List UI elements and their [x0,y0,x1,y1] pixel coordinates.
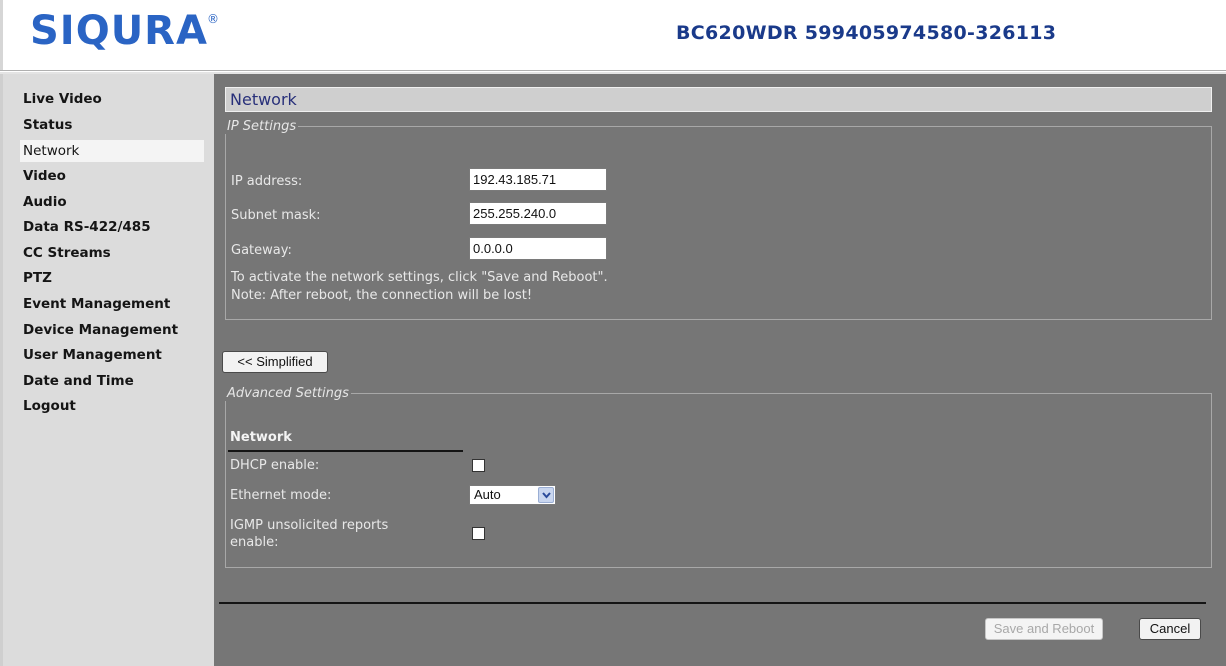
device-title: BC620WDR 599405974580-326113 [676,22,1057,44]
svg-text:®: ® [207,12,219,26]
page-title: Network [230,90,297,109]
sidebar-item-network[interactable]: Network [20,140,204,162]
gateway-input[interactable] [469,237,607,260]
siqura-logo: SIQURA ® [30,8,219,50]
subnet-mask-input[interactable] [469,202,607,225]
sidebar-item-cc-streams[interactable]: CC Streams [20,242,204,264]
ethernet-mode-select[interactable]: Auto [469,485,556,505]
sidebar-item-status[interactable]: Status [20,114,204,136]
save-and-reboot-button[interactable]: Save and Reboot [985,618,1103,640]
sidebar-item-date-and-time[interactable]: Date and Time [20,370,204,392]
header-left-rule [0,0,3,70]
subheading-divider [228,450,463,452]
ip-address-input[interactable] [469,168,607,191]
header-divider [0,70,1226,71]
network-subheading: Network [230,430,292,445]
igmp-label-line1: IGMP unsolicited reports [230,518,389,533]
sidebar-item-audio[interactable]: Audio [20,191,204,213]
sidebar-item-logout[interactable]: Logout [20,395,204,417]
cancel-button[interactable]: Cancel [1139,618,1201,640]
chevron-down-icon[interactable] [538,487,554,503]
dhcp-checkbox[interactable] [472,459,485,472]
ethernet-mode-value: Auto [474,487,501,502]
dhcp-label: DHCP enable: [230,458,320,473]
subnet-mask-label: Subnet mask: [231,208,321,223]
sidebar-item-live-video[interactable]: Live Video [20,88,204,110]
sidebar-item-device-management[interactable]: Device Management [20,319,204,341]
gateway-label: Gateway: [231,243,292,258]
sidebar-item-video[interactable]: Video [20,165,204,187]
simplified-button[interactable]: << Simplified [222,351,328,373]
svg-text:SIQURA: SIQURA [30,8,208,50]
main-panel: Network IP Settings IP address: Subnet m… [214,74,1226,666]
sidebar-item-ptz[interactable]: PTZ [20,267,204,289]
footer-divider [219,602,1206,604]
igmp-checkbox[interactable] [472,527,485,540]
sidebar-item-user-management[interactable]: User Management [20,344,204,366]
sidebar-item-data-rs[interactable]: Data RS-422/485 [20,216,204,238]
ethernet-mode-label: Ethernet mode: [230,488,332,503]
sidebar-nav: Live Video Status Network Video Audio Da… [0,74,214,666]
advanced-settings-group: Advanced Settings [225,386,1212,568]
sidebar-item-event-management[interactable]: Event Management [20,293,204,315]
ip-address-label: IP address: [231,174,303,189]
igmp-label-line2: enable: [230,535,279,550]
header: SIQURA ® BC620WDR 599405974580-326113 [0,0,1226,70]
ip-settings-legend: IP Settings [227,119,297,134]
advanced-settings-legend: Advanced Settings [227,386,349,401]
page-title-bar: Network [225,87,1212,112]
reboot-warning: Note: After reboot, the connection will … [231,288,533,303]
activation-note: To activate the network settings, click … [231,270,608,285]
